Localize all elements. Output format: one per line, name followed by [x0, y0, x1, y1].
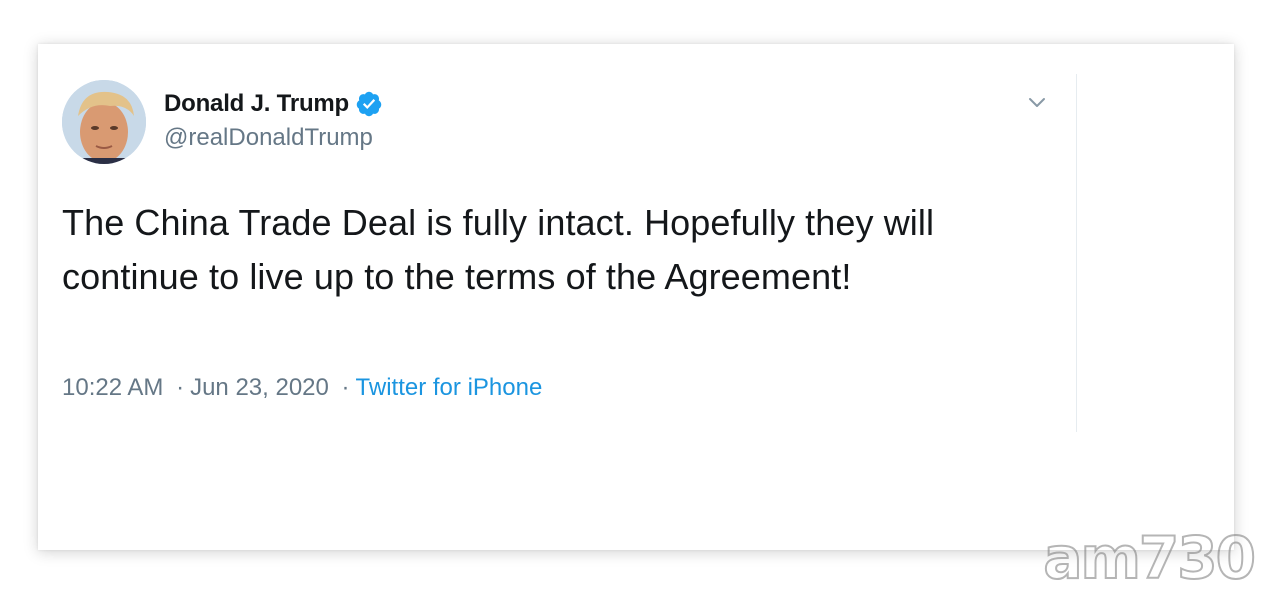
page: Donald J. Trump @realDonaldTrump The Chi… [0, 0, 1280, 608]
meta-separator: · [341, 374, 350, 401]
chevron-down-icon[interactable] [1026, 94, 1048, 112]
watermark-logo: am730 [1042, 524, 1257, 592]
author-row: Donald J. Trump [164, 88, 383, 120]
verified-badge-icon [355, 90, 383, 118]
tweet-date[interactable]: Jun 23, 2020 [190, 374, 329, 401]
tweet-meta: 10:22 AM · Jun 23, 2020 · Twitter for iPho… [62, 374, 542, 402]
tweet-source-link[interactable]: Twitter for iPhone [356, 374, 543, 401]
avatar[interactable] [62, 80, 146, 164]
tweet-card: Donald J. Trump @realDonaldTrump The Chi… [38, 44, 1234, 550]
author-handle[interactable]: @realDonaldTrump [164, 124, 373, 152]
tweet-time[interactable]: 10:22 AM [62, 374, 163, 401]
avatar-image [62, 80, 146, 164]
author-name[interactable]: Donald J. Trump [164, 90, 349, 118]
divider-line [1076, 74, 1077, 432]
tweet-text: The China Trade Deal is fully intact. Ho… [62, 202, 935, 297]
meta-separator: · [176, 374, 185, 401]
